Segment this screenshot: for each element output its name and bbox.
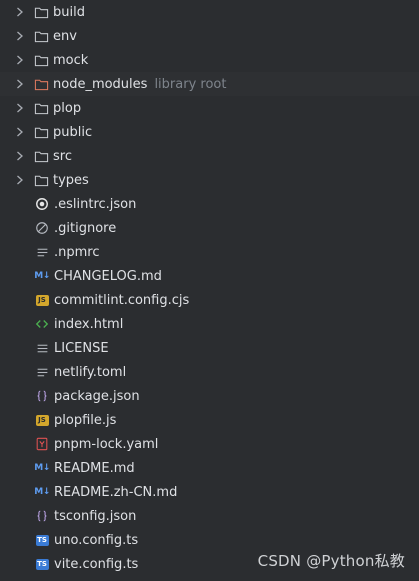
file-label: package.json (54, 388, 140, 404)
tree-folder-mock[interactable]: mock (0, 48, 419, 72)
eslint-icon (34, 196, 50, 212)
library-root-hint: library root (154, 76, 227, 92)
markdown-icon: M↓ (34, 268, 50, 284)
tree-folder-build[interactable]: build (0, 0, 419, 24)
tree-folder-plop[interactable]: plop (0, 96, 419, 120)
chevron-right-icon[interactable] (13, 103, 27, 113)
file-label: README.zh-CN.md (54, 484, 178, 500)
folder-icon (33, 28, 49, 44)
yaml-icon (34, 436, 50, 452)
javascript-icon: JS (34, 292, 50, 308)
project-tree: build env mock node_modules library root… (0, 0, 419, 576)
text-file-icon (34, 340, 50, 356)
markdown-icon: M↓ (34, 484, 50, 500)
file-label: pnpm-lock.yaml (54, 436, 159, 452)
html-icon (34, 316, 50, 332)
folder-label: public (53, 124, 93, 140)
tree-file-eslintrc[interactable]: .eslintrc.json (0, 192, 419, 216)
chevron-right-icon[interactable] (13, 7, 27, 17)
markdown-glyph: M↓ (34, 463, 50, 473)
tree-file-commitlint-config[interactable]: JS commitlint.config.cjs (0, 288, 419, 312)
tree-file-license[interactable]: LICENSE (0, 336, 419, 360)
folder-label: plop (53, 100, 82, 116)
typescript-icon: TS (34, 556, 50, 572)
tree-file-changelog[interactable]: M↓ CHANGELOG.md (0, 264, 419, 288)
tree-folder-src[interactable]: src (0, 144, 419, 168)
chevron-right-icon[interactable] (13, 79, 27, 89)
tree-file-plopfile-js[interactable]: JS plopfile.js (0, 408, 419, 432)
tree-folder-public[interactable]: public (0, 120, 419, 144)
file-label: commitlint.config.cjs (54, 292, 190, 308)
file-label: .eslintrc.json (54, 196, 137, 212)
json-icon (34, 508, 50, 524)
tree-folder-env[interactable]: env (0, 24, 419, 48)
file-label: tsconfig.json (54, 508, 137, 524)
tree-file-uno-config[interactable]: TS uno.config.ts (0, 528, 419, 552)
folder-icon (33, 52, 49, 68)
text-file-icon (34, 364, 50, 380)
chevron-right-icon[interactable] (13, 55, 27, 65)
chevron-right-icon[interactable] (13, 175, 27, 185)
folder-label: node_modules (53, 76, 148, 92)
chevron-right-icon[interactable] (13, 31, 27, 41)
ts-badge: TS (35, 534, 49, 546)
folder-icon (33, 172, 49, 188)
chevron-right-icon[interactable] (13, 127, 27, 137)
tree-file-readme-zh-cn[interactable]: M↓ README.zh-CN.md (0, 480, 419, 504)
file-label: .gitignore (54, 220, 117, 236)
file-label: index.html (54, 316, 124, 332)
tree-file-pnpm-lock[interactable]: pnpm-lock.yaml (0, 432, 419, 456)
folder-icon (33, 124, 49, 140)
markdown-glyph: M↓ (34, 487, 50, 497)
typescript-icon: TS (34, 532, 50, 548)
folder-label: types (53, 172, 89, 188)
folder-icon (33, 148, 49, 164)
file-label: uno.config.ts (54, 532, 139, 548)
folder-excluded-icon (33, 76, 49, 92)
folder-icon (33, 4, 49, 20)
file-label: CHANGELOG.md (54, 268, 162, 284)
tree-file-gitignore[interactable]: .gitignore (0, 216, 419, 240)
tree-file-index-html[interactable]: index.html (0, 312, 419, 336)
tree-folder-types[interactable]: types (0, 168, 419, 192)
ts-badge: TS (35, 558, 49, 570)
js-badge: JS (35, 414, 49, 426)
tree-file-package-json[interactable]: package.json (0, 384, 419, 408)
folder-label: build (53, 4, 85, 20)
file-label: README.md (54, 460, 135, 476)
folder-label: env (53, 28, 77, 44)
file-label: LICENSE (54, 340, 109, 356)
watermark: CSDN @Python私教 (257, 552, 405, 570)
file-label: vite.config.ts (54, 556, 139, 572)
file-label: .npmrc (54, 244, 100, 260)
tree-file-readme[interactable]: M↓ README.md (0, 456, 419, 480)
file-label: netlify.toml (54, 364, 127, 380)
tree-folder-node-modules[interactable]: node_modules library root (0, 72, 419, 96)
javascript-icon: JS (34, 412, 50, 428)
file-label: plopfile.js (54, 412, 117, 428)
folder-icon (33, 100, 49, 116)
tree-file-netlify-toml[interactable]: netlify.toml (0, 360, 419, 384)
tree-file-tsconfig[interactable]: tsconfig.json (0, 504, 419, 528)
gitignore-icon (34, 220, 50, 236)
chevron-right-icon[interactable] (13, 151, 27, 161)
folder-label: mock (53, 52, 89, 68)
markdown-icon: M↓ (34, 460, 50, 476)
markdown-glyph: M↓ (34, 271, 50, 281)
tree-file-npmrc[interactable]: .npmrc (0, 240, 419, 264)
js-badge: JS (35, 294, 49, 306)
json-icon (34, 388, 50, 404)
folder-label: src (53, 148, 72, 164)
text-file-icon (34, 244, 50, 260)
